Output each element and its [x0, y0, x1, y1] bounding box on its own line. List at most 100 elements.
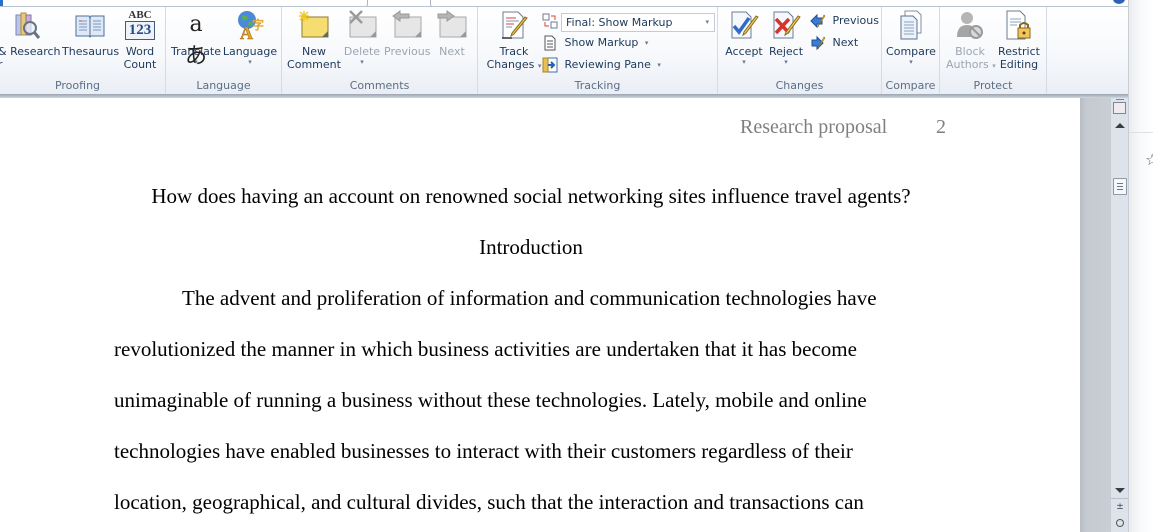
- group-language: aあ Translate ▾ A 字 Language ▾ Language: [166, 7, 282, 95]
- accept-button[interactable]: Accept ▾: [724, 9, 764, 67]
- restrict-editing-label-1: Restrict: [998, 45, 1040, 58]
- show-markup-icon: [542, 35, 558, 51]
- previous-page-icon[interactable]: ±: [1114, 501, 1126, 513]
- reject-icon: [770, 9, 802, 41]
- group-protect: Block Authors ▾ Restrict Editing Protect: [940, 7, 1047, 95]
- track-changes-label-2-text: Changes: [486, 58, 535, 71]
- previous-change-button[interactable]: Previous: [810, 12, 879, 30]
- research-books-icon: [10, 9, 42, 41]
- translate-icon: aあ: [180, 9, 212, 69]
- new-comment-icon: [298, 9, 330, 41]
- scroll-down-arrow-icon[interactable]: [1115, 488, 1125, 493]
- new-comment-label-2: Comment: [287, 58, 341, 71]
- thesaurus-book-icon: [74, 9, 106, 41]
- reject-caret-icon: ▾: [784, 58, 788, 66]
- compare-button[interactable]: Compare ▾: [886, 9, 936, 67]
- language-button[interactable]: A 字 Language ▾: [222, 9, 278, 67]
- research-label-2: r: [0, 58, 3, 71]
- page-number[interactable]: 2: [936, 116, 946, 139]
- group-compare: Compare ▾ Compare: [882, 7, 940, 95]
- next-change-label: Next: [832, 36, 859, 49]
- block-authors-label-2-text: Authors: [946, 58, 989, 71]
- group-changes: Accept ▾ Reject ▾ Previous Next Changes: [718, 7, 882, 95]
- paragraph-line[interactable]: technologies have enabled businesses to …: [114, 439, 853, 464]
- page-margin-shadow: [1080, 98, 1110, 532]
- next-change-icon: [810, 35, 826, 51]
- language-caret-icon: ▾: [248, 58, 252, 66]
- accept-label: Accept: [725, 45, 763, 58]
- compare-caret-icon: ▾: [909, 58, 913, 66]
- new-comment-button[interactable]: New Comment: [286, 9, 342, 71]
- compare-documents-icon: [895, 9, 927, 41]
- block-authors-button[interactable]: Block Authors ▾: [946, 9, 996, 73]
- thesaurus-button[interactable]: Thesaurus: [62, 9, 120, 58]
- svg-text:字: 字: [252, 17, 264, 32]
- delete-comment-icon: [346, 9, 378, 41]
- previous-comment-label: Previous: [384, 45, 431, 58]
- paragraph-line[interactable]: location, geographical, and cultural div…: [114, 490, 864, 515]
- paragraph-line[interactable]: revolutionized the manner in which busin…: [114, 337, 857, 362]
- select-browse-object-icon[interactable]: [1116, 519, 1124, 527]
- next-comment-icon: [436, 9, 468, 41]
- accept-icon: [728, 9, 760, 41]
- track-changes-button[interactable]: Track Changes ▾: [482, 9, 546, 73]
- page-header-title[interactable]: Research proposal: [740, 116, 887, 139]
- track-changes-label-2: Changes ▾: [482, 58, 546, 73]
- block-authors-label-1: Block: [955, 45, 985, 58]
- language-label: Language: [222, 45, 278, 58]
- reviewing-pane-label: Reviewing Pane: [564, 58, 651, 71]
- display-for-review-value: Final: Show Markup: [566, 16, 673, 29]
- group-tracking: Track Changes ▾ Final: Show Markup ▾ Sho…: [478, 7, 718, 95]
- paragraph-line[interactable]: The advent and proliferation of informat…: [182, 286, 877, 311]
- scroll-up-arrow-icon[interactable]: [1115, 123, 1125, 128]
- language-globe-icon: A 字: [234, 9, 266, 43]
- compare-label: Compare: [886, 45, 936, 58]
- reviewing-pane-button[interactable]: Reviewing Pane ▾: [542, 56, 661, 74]
- group-label-protect: Protect: [973, 79, 1013, 92]
- star-icon[interactable]: ☆: [1145, 150, 1153, 169]
- show-markup-button[interactable]: Show Markup ▾: [542, 34, 648, 52]
- group-label-changes: Changes: [775, 79, 824, 92]
- group-label-language: Language: [196, 79, 251, 92]
- group-label-compare: Compare: [885, 79, 936, 92]
- scrollbar-separator: [1111, 498, 1129, 499]
- thesaurus-label: Thesaurus: [62, 45, 120, 58]
- scrollbar-thumb[interactable]: [1113, 178, 1127, 195]
- translate-icon-glyph: aあ: [184, 12, 207, 69]
- document-title[interactable]: How does having an account on renowned s…: [0, 184, 1062, 209]
- show-markup-label: Show Markup: [564, 36, 639, 49]
- reviewing-pane-caret-icon: ▾: [657, 61, 661, 69]
- next-change-button[interactable]: Next: [810, 34, 858, 52]
- previous-change-label: Previous: [832, 14, 880, 27]
- display-for-review-caret-icon: ▾: [705, 18, 709, 26]
- track-changes-icon: [498, 9, 530, 41]
- track-changes-caret-icon: ▾: [537, 62, 542, 70]
- reject-label: Reject: [768, 45, 804, 58]
- show-markup-caret-icon: ▾: [644, 39, 649, 47]
- display-markup-icon: [542, 13, 558, 29]
- word-count-icon-123: 123: [125, 21, 155, 40]
- previous-change-icon: [810, 13, 826, 29]
- restrict-editing-label-2: Editing: [999, 58, 1039, 71]
- group-label-tracking: Tracking: [574, 79, 621, 92]
- vertical-scrollbar[interactable]: ±: [1110, 98, 1129, 532]
- group-comments: New Comment Delete ▾ Previous Next Comme…: [282, 7, 478, 95]
- view-ruler-icon[interactable]: [1113, 99, 1126, 114]
- previous-comment-button[interactable]: Previous: [384, 9, 431, 58]
- side-panel: ☆: [1128, 0, 1153, 532]
- word-count-button[interactable]: ABC 123 Word Count: [120, 9, 160, 71]
- reject-button[interactable]: Reject ▾: [766, 9, 806, 67]
- section-heading[interactable]: Introduction: [0, 235, 1062, 260]
- next-comment-button[interactable]: Next: [434, 9, 470, 58]
- restrict-editing-button[interactable]: Restrict Editing: [996, 9, 1042, 71]
- delete-comment-button[interactable]: Delete ▾: [342, 9, 382, 67]
- research-button[interactable]: & Research r: [0, 9, 61, 71]
- new-comment-label-1: New: [302, 45, 326, 58]
- delete-label: Delete: [343, 45, 381, 58]
- paragraph-line[interactable]: unimaginable of running a business witho…: [114, 388, 867, 413]
- document-page[interactable]: [0, 98, 1080, 532]
- group-proofing: & Research r Thesaurus ABC 123 Word Coun…: [0, 7, 166, 95]
- translate-button[interactable]: aあ Translate ▾: [170, 9, 222, 69]
- word-count-icon: ABC 123: [125, 9, 155, 41]
- display-for-review-dropdown[interactable]: Final: Show Markup ▾: [561, 13, 715, 32]
